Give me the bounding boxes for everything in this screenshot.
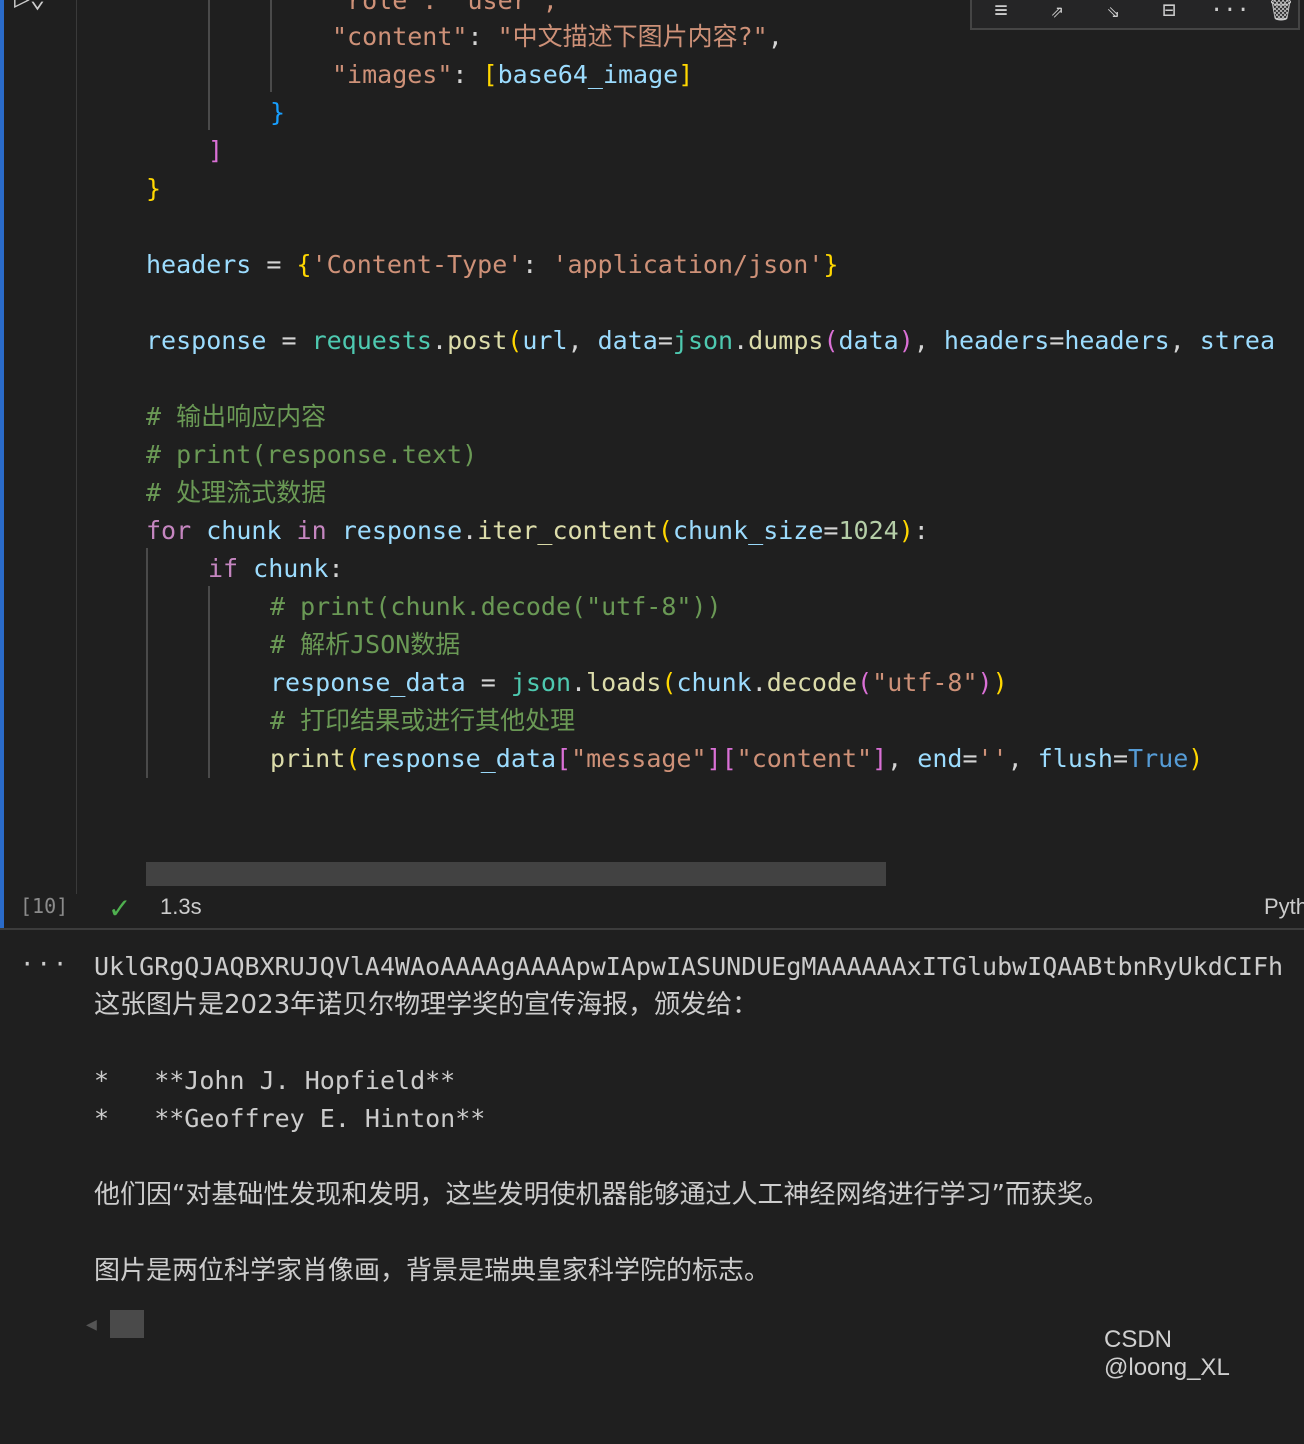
code-token: post — [447, 326, 508, 355]
code-line: print(response_data["message"]["content"… — [270, 744, 1204, 773]
output-line: 他们因“对基础性发现和发明，这些发明使机器能够通过人工神经网络进行学习”而获奖。 — [94, 1180, 1109, 1210]
code-line: response_data = json.loads(chunk.decode(… — [270, 668, 1008, 697]
code-comment: # 输出响应内容 — [146, 402, 327, 431]
cell-gutter-divider — [76, 0, 77, 894]
code-token: "images" — [332, 60, 453, 89]
cell-output: ··· UklGRgQJAQBXRUJQVlA4WAoAAAAgAAAApwIA… — [0, 930, 1304, 1365]
code-cell[interactable]: ▷⌄ ≡ ⇗ ⇘ ⊟ ··· 🗑 "role": "user", "conten… — [0, 0, 1304, 1338]
code-token: 'application/json' — [552, 250, 824, 279]
code-line: headers = {'Content-Type': 'application/… — [146, 250, 839, 279]
code-comment: # 解析JSON数据 — [270, 630, 461, 659]
code-comment: # print(chunk.decode("utf-8")) — [270, 592, 722, 621]
code-token: requests — [311, 326, 432, 355]
code-line: response = requests.post(url, data=json.… — [146, 326, 1276, 355]
code-line: "images": [base64_image] — [332, 60, 694, 89]
code-token: base64_image — [497, 60, 679, 89]
code-token: chunk_size — [672, 516, 824, 545]
code-token: iter_content — [477, 516, 658, 545]
code-comment: # 打印结果或进行其他处理 — [270, 706, 576, 735]
code-token: data — [838, 326, 899, 355]
code-token: chunk — [676, 668, 752, 697]
code-token: flush — [1037, 744, 1113, 773]
code-token: loads — [586, 668, 662, 697]
code-token: strea — [1199, 326, 1276, 355]
language-indicator[interactable]: Pyth — [1264, 894, 1304, 920]
watermark: CSDN @loong_XL — [1104, 1326, 1230, 1381]
split-cell-icon[interactable]: ⊟ — [1154, 0, 1184, 22]
code-token: in — [296, 516, 327, 545]
code-token: headers — [1064, 326, 1170, 355]
code-token: True — [1128, 744, 1189, 773]
output-line: 图片是两位科学家肖像画，背景是瑞典皇家科学院的标志。 — [94, 1256, 771, 1286]
code-token: "message" — [571, 744, 707, 773]
success-check-icon: ✓ — [108, 892, 132, 925]
code-token: chunk — [253, 554, 329, 583]
indent-guide — [146, 548, 148, 778]
code-token: "utf-8" — [872, 668, 978, 697]
code-token: response — [146, 326, 267, 355]
code-comment: # 处理流式数据 — [146, 478, 327, 507]
code-token: } — [146, 174, 162, 203]
code-token: response — [341, 516, 463, 545]
code-line: } — [146, 170, 161, 208]
code-line: if chunk: — [208, 554, 344, 583]
output-line: * **Geoffrey E. Hinton** — [94, 1104, 486, 1133]
code-token: "content" — [736, 744, 873, 773]
run-by-line-icon[interactable]: ≡ — [986, 0, 1016, 22]
code-token: 'Content-Type' — [311, 250, 523, 279]
code-token: headers — [146, 250, 252, 279]
scroll-left-icon[interactable]: ◀ — [86, 1314, 97, 1335]
code-comment: # print(response.text) — [146, 440, 478, 469]
code-token: json — [672, 326, 734, 355]
more-icon[interactable]: ··· — [1210, 0, 1250, 22]
code-token: 1024 — [838, 516, 899, 545]
code-token: end — [917, 744, 963, 773]
run-cell-icon[interactable]: ▷⌄ — [14, 0, 58, 14]
code-line: ] — [208, 132, 223, 170]
execute-above-icon[interactable]: ⇗ — [1042, 0, 1072, 22]
output-line: UklGRgQJAQBXRUJQVlA4WAoAAAAgAAAApwIApwIA… — [94, 952, 1284, 981]
code-token: "中文描述下图片内容?" — [497, 22, 768, 51]
indent-guide — [270, 0, 272, 92]
cell-status-bar: [10] ✓ 1.3s Pyth — [0, 892, 1304, 928]
output-line: 这张图片是2023年诺贝尔物理学奖的宣传海报，颁发给： — [94, 990, 759, 1020]
output-line: * **John J. Hopfield** — [94, 1066, 456, 1095]
execution-count: [10] — [20, 894, 69, 918]
code-token: decode — [766, 668, 858, 697]
code-token: ] — [208, 136, 224, 165]
code-token: print — [270, 744, 346, 773]
indent-guide — [208, 0, 210, 130]
code-token: headers — [943, 326, 1050, 355]
code-token: "role": "user", — [332, 0, 558, 15]
code-token: chunk — [206, 516, 282, 545]
horizontal-scrollbar[interactable] — [146, 862, 886, 886]
execution-duration: 1.3s — [160, 894, 202, 919]
code-token: "content" — [332, 22, 468, 51]
code-token: } — [270, 98, 286, 127]
code-token: response_data — [360, 744, 556, 773]
code-line: } — [270, 94, 285, 132]
execute-below-icon[interactable]: ⇘ — [1098, 0, 1128, 22]
code-token: '' — [977, 744, 1008, 773]
code-line: "content": "中文描述下图片内容?", — [332, 22, 783, 51]
indent-guide — [208, 586, 210, 778]
output-horizontal-scrollbar[interactable] — [110, 1310, 144, 1338]
code-token: url — [522, 326, 568, 355]
cell-toolbar: ≡ ⇗ ⇘ ⊟ ··· 🗑 — [970, 0, 1300, 30]
code-token: if — [208, 554, 239, 583]
code-token: dumps — [748, 326, 824, 355]
output-more-button[interactable]: ··· — [20, 950, 69, 978]
delete-icon[interactable]: 🗑 — [1266, 0, 1296, 22]
code-token: data — [597, 326, 658, 355]
code-line: "role": "user", — [332, 0, 558, 20]
code-token: json — [510, 668, 572, 697]
code-line: for chunk in response.iter_content(chunk… — [146, 516, 929, 545]
code-token: for — [146, 516, 192, 545]
code-token: response_data — [270, 668, 466, 697]
